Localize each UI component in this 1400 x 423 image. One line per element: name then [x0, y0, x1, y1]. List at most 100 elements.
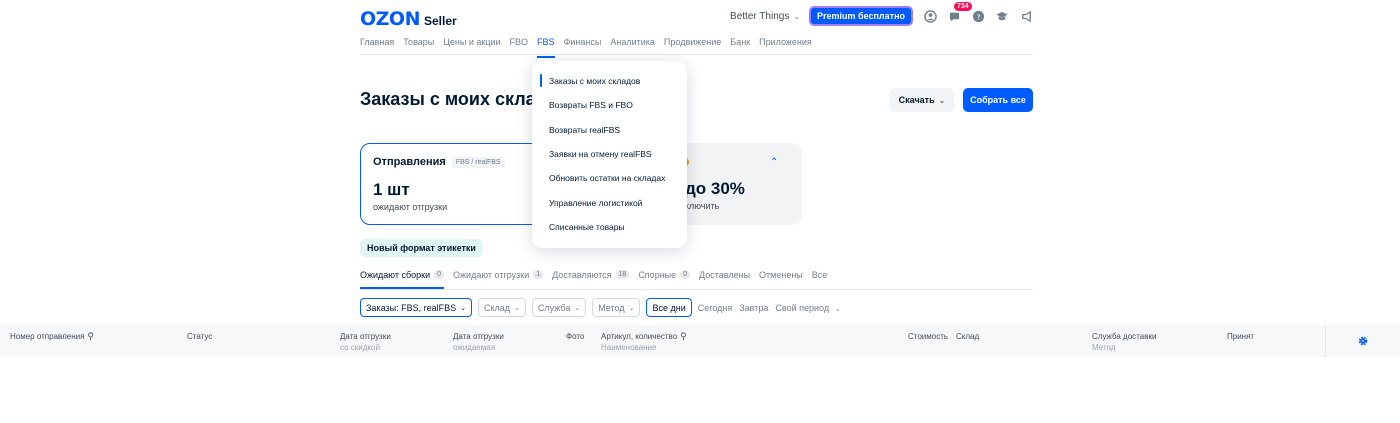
notifications-icon[interactable]: [1019, 9, 1033, 23]
tab-count: 1: [533, 270, 544, 279]
chevron-down-icon: ⌄: [938, 95, 946, 105]
tab-disputed[interactable]: Спорные 0: [638, 270, 691, 289]
warehouse-filter[interactable]: Склад ⌄: [477, 298, 526, 317]
status-tabs: Ожидают сборки 0 Ожидают отгрузки 1 Дост…: [360, 270, 1033, 290]
tab-label: Все: [811, 270, 828, 280]
tomorrow-filter[interactable]: Завтра: [739, 303, 768, 313]
main-nav: Главная Товары Цены и акции FBO FBS Фина…: [360, 37, 821, 58]
col-sublabel: со скидкой: [340, 343, 380, 352]
tab-awaiting-shipment[interactable]: Ожидают отгрузки 1: [453, 270, 544, 289]
logo-mark: OZON: [360, 8, 420, 30]
col-status[interactable]: Статус: [187, 331, 212, 342]
menu-item-returns-realfbs[interactable]: Возвраты realFBS: [549, 125, 620, 135]
col-label: Дата отгрузки: [453, 332, 504, 341]
col-label: Дата отгрузки: [340, 332, 391, 341]
menu-item-written-off[interactable]: Списанные товары: [549, 222, 625, 232]
col-shipment-number[interactable]: Номер отправления ⚲: [10, 331, 94, 342]
chevron-down-icon: ⌄: [514, 304, 520, 312]
tab-count: 0: [434, 270, 445, 279]
tab-delivering[interactable]: Доставляются 18: [552, 270, 630, 289]
header-actions: Better Things ⌄ Premium бесплатно 734 ?: [730, 2, 1033, 26]
col-delivery[interactable]: Служба доставки Метод: [1092, 331, 1156, 353]
nav-item-fbs[interactable]: FBS: [537, 37, 555, 58]
service-filter[interactable]: Служба ⌄: [531, 298, 587, 317]
scheme-filter[interactable]: Заказы: FBS, realFBS ⌄: [360, 298, 472, 317]
search-icon[interactable]: ⚲: [680, 331, 687, 341]
chat-badge: 734: [954, 2, 972, 11]
chat-icon[interactable]: 734: [947, 2, 972, 23]
col-warehouse[interactable]: Склад: [956, 331, 979, 342]
col-photo: Фото: [566, 332, 585, 341]
chevron-down-icon: ⌄: [793, 11, 801, 21]
nav-item-promotion[interactable]: Продвижение: [664, 37, 721, 58]
nav-item-prices[interactable]: Цены и акции: [443, 37, 500, 58]
chevron-up-icon[interactable]: ⌃: [770, 157, 778, 168]
store-name: Better Things: [730, 10, 790, 22]
col-label: Номер отправления: [10, 332, 85, 341]
tab-all[interactable]: Все: [812, 270, 828, 289]
nav-item-products[interactable]: Товары: [403, 37, 434, 58]
page-title: Заказы с моих скла: [360, 89, 536, 109]
education-icon[interactable]: [995, 9, 1009, 23]
premium-button[interactable]: Premium бесплатно: [809, 6, 913, 26]
shipments-card[interactable]: Отправления FBS / realFBS 1 шт ожидают о…: [360, 143, 550, 225]
promo-value: до 30%: [685, 179, 745, 198]
chevron-down-icon: ⌄: [628, 304, 635, 312]
warehouse-filter-label: Склад: [483, 302, 511, 313]
menu-item-update-stock[interactable]: Обновить остатки на складах: [549, 173, 665, 183]
fbs-dropdown-menu: Заказы с моих складов Возвраты FBS и FBO…: [532, 61, 687, 248]
store-selector[interactable]: Better Things ⌄: [730, 11, 800, 22]
download-button[interactable]: Скачать ⌄: [890, 88, 954, 112]
logo-text: Seller: [423, 14, 457, 28]
method-filter-label: Метод: [598, 302, 625, 313]
menu-item-cancel-requests[interactable]: Заявки на отмену realFBS: [549, 149, 652, 159]
menu-item-logistics[interactable]: Управление логистикой: [549, 198, 642, 208]
tab-delivered[interactable]: Доставлены: [699, 270, 750, 289]
new-label-format-chip[interactable]: Новый формат этикетки: [360, 239, 483, 257]
nav-item-apps[interactable]: Приложения: [759, 37, 812, 58]
col-ship-expected[interactable]: Дата отгрузки ожидаемая: [453, 331, 504, 353]
service-filter-label: Служба: [537, 302, 571, 313]
custom-period-label: Свой период: [775, 302, 830, 313]
collect-all-button[interactable]: Собрать все: [963, 88, 1033, 112]
col-price[interactable]: Стоимость: [908, 331, 948, 342]
nav-item-analytics[interactable]: Аналитика: [610, 37, 655, 58]
shipments-count: 1 шт: [373, 180, 410, 199]
tab-count: 0: [680, 270, 691, 279]
help-icon[interactable]: ?: [971, 9, 985, 23]
tab-count: 18: [615, 270, 630, 279]
top-header: OZON Seller Better Things ⌄ Premium бесп…: [360, 0, 1033, 58]
col-accepted[interactable]: Принят: [1227, 331, 1254, 342]
all-days-filter[interactable]: Все дни: [646, 298, 692, 317]
gear-icon[interactable]: [1358, 336, 1368, 346]
tab-label: Спорные: [638, 270, 677, 280]
col-ship-date[interactable]: Дата отгрузки со скидкой: [340, 331, 391, 353]
menu-item-returns-fbs-fbo[interactable]: Возвраты FBS и FBO: [549, 100, 633, 110]
nav-item-finance[interactable]: Финансы: [564, 37, 602, 58]
col-article[interactable]: Артикул, количество ⚲ Наименование: [601, 331, 687, 353]
nav-item-bank[interactable]: Банк: [730, 37, 750, 58]
custom-period-filter[interactable]: Свой период ⌄: [775, 303, 840, 313]
shipments-card-title-row: Отправления FBS / realFBS: [373, 156, 505, 168]
method-filter[interactable]: Метод ⌄: [592, 298, 641, 317]
nav-item-home[interactable]: Главная: [360, 37, 394, 58]
ozon-seller-logo[interactable]: OZON Seller: [360, 8, 457, 30]
promo-subtitle: ключить: [685, 201, 720, 211]
col-sublabel: Наименование: [601, 343, 657, 352]
tab-label: Ожидают отгрузки: [453, 270, 530, 280]
today-filter[interactable]: Сегодня: [698, 303, 733, 313]
search-icon[interactable]: ⚲: [87, 331, 94, 341]
scheme-filter-label: Заказы: FBS, realFBS: [366, 302, 457, 313]
chevron-down-icon: ⌄: [834, 305, 841, 313]
menu-item-orders[interactable]: Заказы с моих складов: [549, 76, 640, 86]
profile-icon[interactable]: [923, 9, 937, 23]
tab-label: Ожидают сборки: [360, 270, 431, 280]
shipments-card-tag: FBS / realFBS: [451, 156, 505, 168]
chevron-down-icon: ⌄: [460, 304, 466, 312]
nav-item-fbo[interactable]: FBO: [510, 37, 529, 58]
tab-awaiting-assembly[interactable]: Ожидают сборки 0: [360, 270, 445, 289]
table-settings[interactable]: [1325, 325, 1400, 357]
tab-cancelled[interactable]: Отменены: [759, 270, 803, 289]
col-sublabel: ожидаемая: [453, 343, 496, 352]
tab-label: Отменены: [759, 270, 803, 280]
